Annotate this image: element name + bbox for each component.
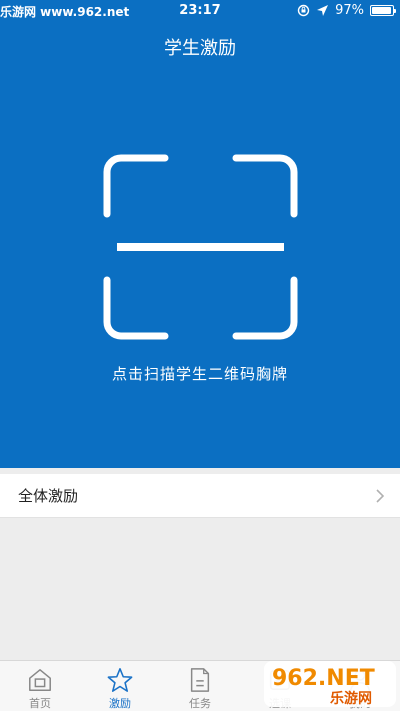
tab-tasks-label: 任务 — [189, 697, 211, 710]
battery-percent: 97% — [335, 3, 364, 18]
tab-home-label: 首页 — [29, 697, 51, 710]
logo-text: 962.NET — [272, 666, 375, 691]
qr-scan-frame-icon[interactable] — [103, 154, 298, 340]
home-icon — [29, 669, 51, 691]
location-arrow-icon — [316, 4, 329, 17]
scan-hint-text: 点击扫描学生二维码胸牌 — [111, 365, 288, 383]
tab-tasks[interactable]: 任务 — [160, 661, 240, 711]
document-icon — [190, 668, 210, 692]
chevron-right-icon — [372, 488, 388, 504]
logo-subtext: 乐游网 — [330, 690, 372, 707]
star-icon — [107, 668, 133, 692]
battery-level-fill — [372, 7, 392, 14]
list-item-all-incentives[interactable]: 全体激励 — [0, 474, 400, 518]
battery-icon — [370, 5, 396, 16]
tab-incentive[interactable]: 激励 — [80, 661, 160, 711]
status-indicators: 97% — [297, 3, 396, 18]
scan-panel[interactable]: 乐游网 www.962.net 23:17 97% 学生激励 点击扫描学生二维码… — [0, 0, 400, 468]
site-logo-watermark: 962.NET 乐游网 — [260, 655, 400, 711]
tab-incentive-label: 激励 — [109, 697, 131, 710]
status-bar: 乐游网 www.962.net 23:17 97% — [0, 0, 400, 22]
list-item-label: 全体激励 — [18, 487, 79, 505]
rotation-lock-icon — [297, 4, 310, 17]
tab-home[interactable]: 首页 — [0, 661, 80, 711]
page-title: 学生激励 — [164, 38, 236, 59]
